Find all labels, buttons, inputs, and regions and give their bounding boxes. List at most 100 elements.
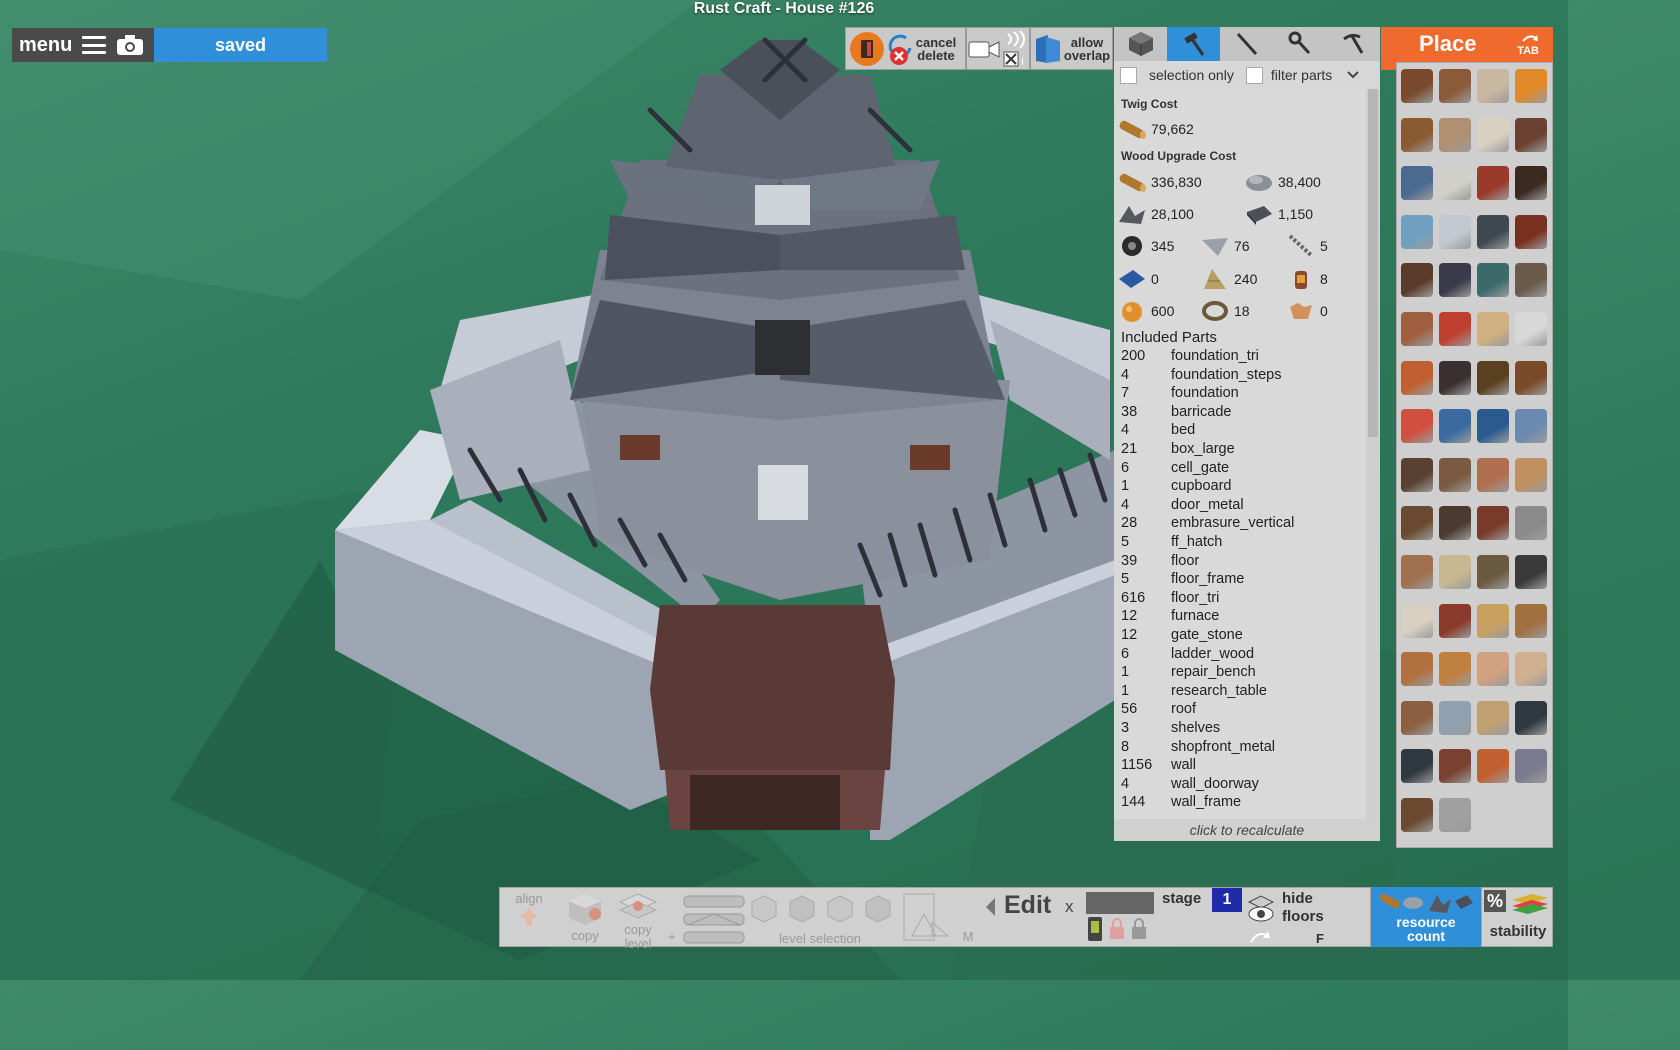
place-item[interactable] — [1401, 214, 1433, 249]
place-item[interactable] — [1439, 652, 1471, 687]
place-item[interactable] — [1401, 360, 1433, 395]
phone-icon[interactable] — [1086, 916, 1104, 942]
undo-delete-icon[interactable] — [886, 32, 914, 66]
place-item[interactable] — [1401, 166, 1433, 201]
selection-only-checkbox[interactable] — [1120, 66, 1137, 84]
level-cube-2-icon[interactable] — [788, 894, 816, 924]
place-item[interactable] — [1477, 263, 1509, 298]
place-item[interactable] — [1515, 117, 1547, 152]
place-item[interactable] — [1477, 749, 1509, 784]
menu-button[interactable]: menu — [12, 28, 154, 62]
place-item[interactable] — [1401, 457, 1433, 492]
place-item[interactable] — [1515, 214, 1547, 249]
place-item[interactable] — [1477, 506, 1509, 541]
level-cube-1-icon[interactable] — [750, 894, 778, 924]
camera-icon[interactable] — [116, 34, 144, 56]
place-item[interactable] — [1515, 506, 1547, 541]
percent-toggle[interactable]: % — [1484, 890, 1506, 912]
place-item[interactable] — [1401, 117, 1433, 152]
place-item[interactable] — [1515, 457, 1547, 492]
place-item[interactable] — [1439, 700, 1471, 735]
level-stack-icon[interactable] — [680, 890, 748, 946]
allow-overlap-button[interactable]: allow overlap — [1030, 27, 1113, 70]
place-item[interactable] — [1477, 409, 1509, 444]
recalculate-button[interactable]: click to recalculate — [1114, 819, 1380, 841]
place-item[interactable] — [1439, 506, 1471, 541]
place-item[interactable] — [1439, 457, 1471, 492]
place-item[interactable] — [1477, 312, 1509, 346]
place-item[interactable] — [1477, 603, 1509, 638]
place-item[interactable] — [1401, 603, 1433, 638]
tab-knife[interactable] — [1220, 27, 1273, 61]
edit-close-button[interactable]: x — [1065, 897, 1074, 917]
place-item[interactable] — [1515, 749, 1547, 784]
edit-back-icon[interactable] — [984, 896, 996, 918]
filter-parts-checkbox[interactable] — [1245, 66, 1263, 84]
place-item[interactable] — [1515, 263, 1547, 298]
padlock-red-icon[interactable] — [1108, 916, 1126, 942]
place-item[interactable] — [1439, 409, 1471, 444]
copy-button[interactable]: copy — [560, 892, 610, 943]
capture-toggle-icon[interactable]: i — [1002, 29, 1028, 68]
padlock-icon[interactable] — [1130, 916, 1148, 942]
place-item[interactable] — [1439, 312, 1471, 346]
place-item[interactable] — [1439, 749, 1471, 784]
place-item[interactable] — [1515, 652, 1547, 687]
place-item[interactable] — [1477, 457, 1509, 492]
place-item[interactable] — [1515, 166, 1547, 201]
stage-value[interactable]: 1 — [1212, 888, 1242, 912]
place-item[interactable] — [1477, 360, 1509, 395]
place-item[interactable] — [1401, 409, 1433, 444]
place-item[interactable] — [1439, 166, 1471, 201]
place-item[interactable] — [1401, 700, 1433, 735]
place-item[interactable] — [1401, 312, 1433, 346]
place-item[interactable] — [1401, 506, 1433, 541]
level-cube-4-icon[interactable] — [864, 894, 892, 924]
place-item[interactable] — [1515, 700, 1547, 735]
tab-cube[interactable] — [1114, 27, 1167, 61]
hide-floors-icon[interactable] — [1245, 892, 1277, 924]
place-item[interactable] — [1439, 555, 1471, 589]
edit-name-field[interactable] — [1086, 892, 1154, 914]
place-item[interactable] — [1439, 263, 1471, 298]
place-item[interactable] — [1439, 214, 1471, 249]
place-item[interactable] — [1439, 603, 1471, 638]
move-tool-icon[interactable] — [902, 892, 950, 942]
place-item[interactable] — [1515, 312, 1547, 346]
place-item[interactable] — [1515, 360, 1547, 395]
copy-level-button[interactable]: copy level — [612, 892, 664, 951]
place-item[interactable] — [1401, 69, 1433, 103]
stability-button[interactable]: % stability — [1481, 887, 1553, 947]
place-item[interactable] — [1515, 69, 1547, 103]
tab-wrench[interactable] — [1273, 27, 1326, 61]
place-item[interactable] — [1401, 798, 1433, 832]
hide-floors-button[interactable]: hide floors — [1282, 890, 1324, 926]
cancel-delete-button[interactable]: cancel delete — [914, 36, 958, 62]
plus-icon[interactable]: + — [666, 930, 678, 944]
level-cube-3-icon[interactable] — [826, 894, 854, 924]
place-item[interactable] — [1401, 555, 1433, 589]
place-item[interactable] — [1439, 798, 1471, 832]
place-item[interactable] — [1401, 652, 1433, 687]
chevron-down-icon[interactable] — [1346, 70, 1360, 80]
place-item[interactable] — [1477, 652, 1509, 687]
tab-hammer[interactable] — [1167, 27, 1220, 61]
resource-count-button[interactable]: resource count — [1371, 887, 1481, 947]
place-item[interactable] — [1401, 749, 1433, 784]
place-item[interactable] — [1401, 263, 1433, 298]
place-item[interactable] — [1515, 555, 1547, 589]
place-item[interactable] — [1515, 409, 1547, 444]
video-camera-icon[interactable] — [968, 37, 1000, 61]
tab-pickaxe[interactable] — [1326, 27, 1380, 61]
place-item[interactable] — [1477, 166, 1509, 201]
align-button[interactable]: align — [506, 892, 552, 931]
place-item[interactable] — [1477, 117, 1509, 152]
place-item[interactable] — [1439, 360, 1471, 395]
place-item[interactable] — [1477, 555, 1509, 589]
place-item[interactable] — [1515, 603, 1547, 638]
place-item[interactable] — [1439, 117, 1471, 152]
rotate-arrow-icon[interactable] — [1248, 928, 1272, 946]
scrollbar[interactable] — [1366, 89, 1380, 819]
save-status-button[interactable]: saved — [154, 28, 327, 62]
place-item[interactable] — [1439, 69, 1471, 103]
